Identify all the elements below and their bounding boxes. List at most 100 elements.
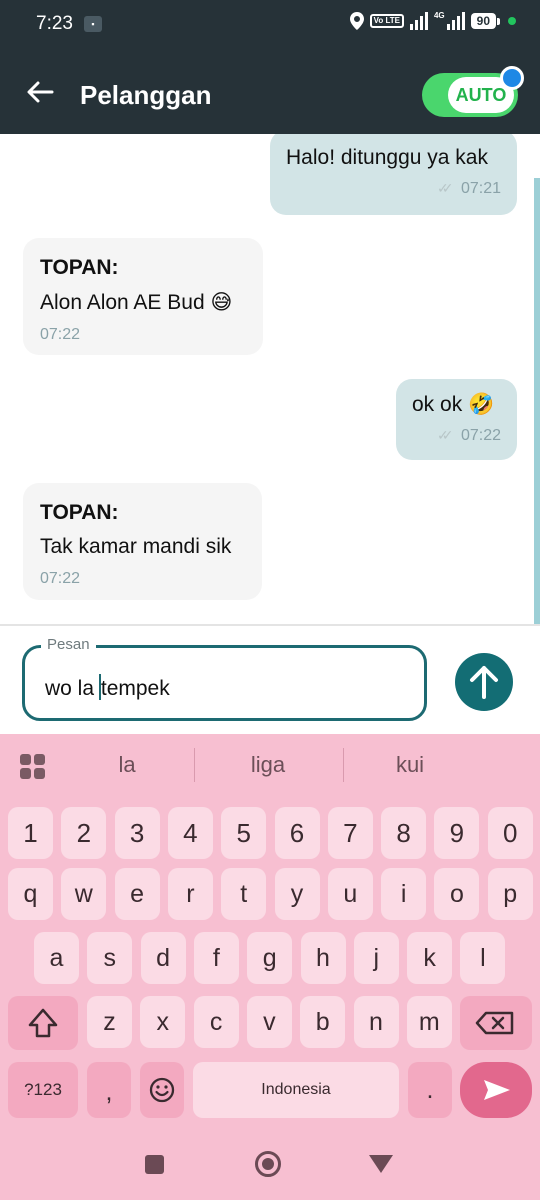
key-row_numbers-6[interactable]: 7 (327, 807, 373, 859)
key-row_1-8[interactable]: o (434, 868, 480, 920)
key-row_2-7[interactable]: k (407, 932, 453, 984)
message-text: Tak kamar mandi sik (40, 535, 232, 558)
message-time: 07:22 (460, 427, 501, 444)
app-bar: Pelanggan AUTO (0, 50, 540, 134)
key-row_1-0[interactable]: q (8, 868, 53, 920)
message-incoming[interactable]: TOPAN: Tak kamar mandi sik 07:22 (23, 483, 262, 600)
key-row_3-5[interactable]: n (353, 996, 399, 1048)
location-icon (349, 12, 364, 30)
arrow-up-icon (470, 666, 498, 699)
shift-icon (28, 1008, 58, 1038)
key-row_numbers-0[interactable]: 1 (8, 807, 53, 859)
input-text-before-cursor: wo la (45, 677, 100, 700)
home-icon[interactable] (255, 1151, 281, 1177)
keyboard: la liga kui 1234567890qwertyuiopasdfghjk… (0, 734, 540, 1200)
volte-icon: Vo LTE (369, 14, 404, 28)
key-row_2-0[interactable]: a (34, 932, 79, 984)
backspace-key[interactable] (460, 996, 532, 1050)
emoji-icon (149, 1077, 175, 1103)
key-row_3-3[interactable]: v (246, 996, 292, 1048)
apps-grid-icon[interactable] (20, 754, 46, 780)
key-row_3-2[interactable]: c (193, 996, 239, 1048)
message-time: 07:21 (460, 180, 501, 197)
signal-icon-2 (446, 12, 465, 30)
message-text: Alon Alon AE Bud 😅 (40, 291, 233, 314)
key-row_1-1[interactable]: w (61, 868, 107, 920)
key-row_numbers-7[interactable]: 8 (381, 807, 427, 859)
key-row_1-9[interactable]: p (487, 868, 533, 920)
suggestion-1[interactable]: la (67, 752, 187, 778)
suggestion-divider (343, 748, 344, 782)
key-row_numbers-9[interactable]: 0 (487, 807, 533, 859)
key-row_3-4[interactable]: b (300, 996, 346, 1048)
key-row_2-2[interactable]: d (140, 932, 186, 984)
status-icons: Vo LTE 4G 90 (349, 10, 516, 30)
key-row_1-2[interactable]: e (114, 868, 160, 920)
read-tick-icon: ✓✓ (437, 427, 454, 443)
send-arrow-icon (484, 1080, 510, 1100)
suggestion-divider (194, 748, 195, 782)
recents-icon[interactable] (145, 1155, 164, 1174)
key-row_3-1[interactable]: x (140, 996, 186, 1048)
status-bar: 7:23 ▪ Vo LTE 4G 90 (0, 0, 540, 50)
key-row_2-8[interactable]: l (460, 932, 506, 984)
enter-key[interactable] (460, 1062, 532, 1118)
comma-key[interactable]: , (87, 1062, 131, 1118)
key-row_2-1[interactable]: s (87, 932, 133, 984)
symbols-key[interactable]: ?123 (8, 1062, 78, 1118)
message-text: ok ok 🤣 (412, 393, 495, 416)
message-input-value[interactable]: wo la tempek (45, 674, 170, 701)
network-type: 4G (433, 10, 445, 20)
key-row_2-6[interactable]: j (353, 932, 399, 984)
key-row_numbers-5[interactable]: 6 (274, 807, 320, 859)
key-row_numbers-4[interactable]: 5 (221, 807, 267, 859)
message-input-label: Pesan (41, 636, 96, 653)
back-arrow-icon[interactable] (26, 80, 54, 104)
send-button[interactable] (455, 653, 513, 711)
signal-icon (409, 12, 428, 30)
key-row_numbers-3[interactable]: 4 (167, 807, 213, 859)
key-row_2-5[interactable]: h (300, 932, 346, 984)
key-row_2-3[interactable]: f (193, 932, 239, 984)
input-text-after-cursor: tempek (100, 677, 170, 700)
key-row_numbers-8[interactable]: 9 (434, 807, 480, 859)
battery-icon: 90 (470, 13, 501, 29)
key-row_3-6[interactable]: m (406, 996, 452, 1048)
notification-dot-icon (500, 66, 524, 90)
message-incoming[interactable]: TOPAN: Alon Alon AE Bud 😅 07:22 (23, 238, 263, 355)
backspace-icon (475, 1011, 514, 1035)
key-row_1-5[interactable]: y (274, 868, 320, 920)
key-row_1-7[interactable]: i (381, 868, 427, 920)
key-row_numbers-2[interactable]: 3 (114, 807, 160, 859)
suggestion-bar: la liga kui (0, 734, 540, 796)
key-row_1-4[interactable]: t (221, 868, 267, 920)
space-key[interactable]: Indonesia (193, 1062, 399, 1118)
chat-scrollbar[interactable] (534, 178, 540, 624)
system-nav-bar (0, 1128, 540, 1200)
suggestion-2[interactable]: liga (208, 752, 328, 778)
message-text: Halo! ditunggu ya kak (286, 146, 488, 169)
period-key[interactable]: . (408, 1062, 452, 1118)
suggestion-3[interactable]: kui (350, 752, 470, 778)
status-time: 7:23 (36, 13, 73, 34)
emoji-key[interactable] (140, 1062, 184, 1118)
nav-back-icon[interactable] (369, 1155, 393, 1173)
shift-key[interactable] (8, 996, 78, 1050)
chat-list[interactable]: Halo! ditunggu ya kak ✓✓ 07:21 TOPAN: Al… (0, 134, 540, 624)
key-row_1-3[interactable]: r (167, 868, 213, 920)
message-input[interactable]: Pesan wo la tempek (22, 636, 427, 721)
message-sender: TOPAN: (40, 256, 119, 279)
key-row_3-0[interactable]: z (87, 996, 132, 1048)
key-row_1-6[interactable]: u (327, 868, 373, 920)
key-row_numbers-1[interactable]: 2 (61, 807, 107, 859)
message-sender: TOPAN: (40, 501, 119, 524)
privacy-indicator-icon (508, 17, 516, 25)
key-row_2-4[interactable]: g (247, 932, 293, 984)
read-tick-icon: ✓✓ (437, 180, 454, 196)
message-outgoing[interactable]: ok ok 🤣 ✓✓ 07:22 (396, 379, 517, 460)
page-title: Pelanggan (80, 80, 212, 110)
message-time: 07:22 (40, 326, 81, 343)
message-outgoing[interactable]: Halo! ditunggu ya kak ✓✓ 07:21 (270, 134, 517, 215)
composer: Pesan wo la tempek (0, 626, 540, 734)
notification-app-icon: ▪ (84, 16, 102, 32)
